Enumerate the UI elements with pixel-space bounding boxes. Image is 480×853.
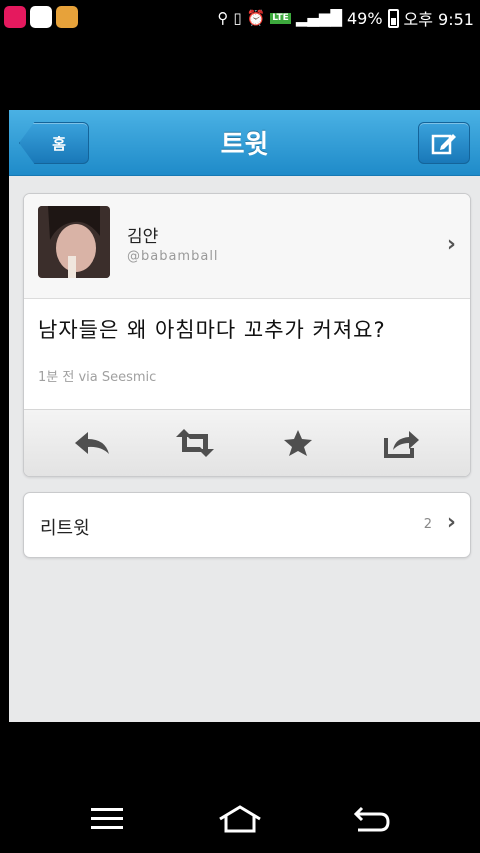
app-screen: 홈 트윗 김얀 @babamball › 남자들은 왜 아침마다 꼬추가 커져요… <box>9 110 480 722</box>
home-button[interactable] <box>210 799 270 839</box>
retweets-count: 2 <box>423 517 432 532</box>
status-bar: ⚲ ▯ ⏰ LTE ▂▄▆█ 49% 오후 9:51 <box>0 0 480 36</box>
chevron-right-icon: › <box>446 510 456 535</box>
share-button[interactable] <box>380 425 424 461</box>
user-row[interactable]: 김얀 @babamball › <box>24 194 470 299</box>
reply-button[interactable] <box>70 425 114 461</box>
compose-button[interactable] <box>418 122 470 164</box>
alarm-icon: ⏰ <box>246 9 266 27</box>
tweet-text: 남자들은 왜 아침마다 꼬추가 커져요? <box>38 318 386 342</box>
title-bar: 홈 트윗 <box>9 110 480 176</box>
star-icon <box>284 430 312 456</box>
home-icon <box>219 805 261 833</box>
back-button[interactable] <box>342 799 402 839</box>
gallery-icon <box>30 6 52 28</box>
favorite-button[interactable] <box>276 425 320 461</box>
signal-icon: ▂▄▆█ <box>295 9 342 27</box>
notification-icons <box>4 6 78 28</box>
navigation-bar <box>0 783 480 853</box>
tweet-action-bar <box>24 409 470 476</box>
uplus-app-icon <box>4 6 26 28</box>
battery-percent: 49% <box>346 8 383 28</box>
game-app-icon <box>56 6 78 28</box>
back-arrow-icon <box>353 806 390 832</box>
vibrate-icon: ▯ <box>233 9 242 27</box>
retweets-row[interactable]: 리트윗 2 › <box>23 492 471 558</box>
lte-icon: LTE <box>270 12 291 24</box>
battery-icon <box>387 8 399 28</box>
tweet-meta: 1분 전 via Seesmic <box>38 370 157 385</box>
page-title: 트윗 <box>220 130 269 160</box>
user-name: 김얀 <box>127 227 159 247</box>
retweets-label: 리트윗 <box>40 518 90 539</box>
share-icon <box>384 431 419 458</box>
compose-icon <box>431 134 456 155</box>
user-handle: @babamball <box>127 249 219 264</box>
retweet-icon <box>176 429 214 457</box>
reply-icon <box>75 432 109 454</box>
chevron-right-icon: › <box>446 232 456 257</box>
menu-icon <box>91 808 123 829</box>
retweet-button[interactable] <box>173 425 217 461</box>
menu-button[interactable] <box>77 799 137 839</box>
usb-icon: ⚲ <box>217 9 229 27</box>
clock: 오후 9:51 <box>403 10 474 29</box>
avatar[interactable] <box>38 206 110 278</box>
tweet-card: 김얀 @babamball › 남자들은 왜 아침마다 꼬추가 커져요? 1분 … <box>23 193 471 477</box>
